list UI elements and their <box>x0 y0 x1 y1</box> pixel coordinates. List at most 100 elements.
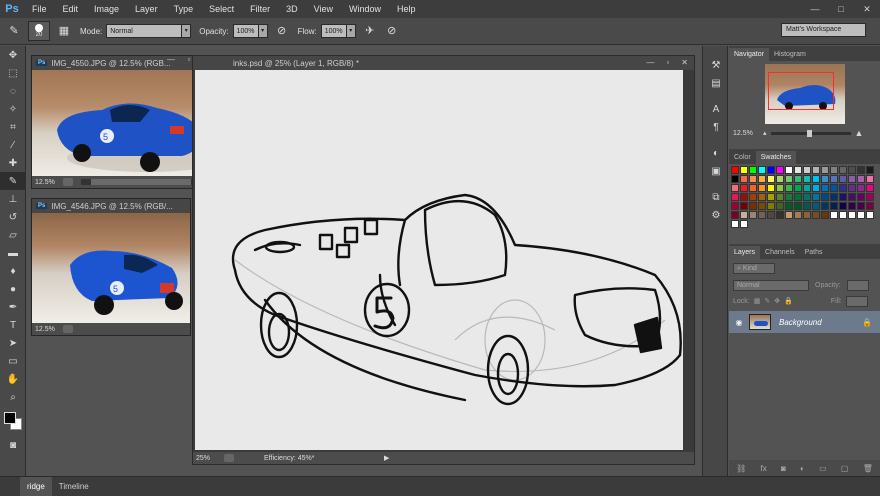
color-swatch[interactable] <box>812 175 820 183</box>
color-swatch[interactable] <box>749 175 757 183</box>
zoom-level[interactable]: 25% <box>196 455 210 462</box>
minimize-doc-button[interactable]: — <box>162 55 180 69</box>
flow-input[interactable]: 100% <box>320 24 347 38</box>
brush-panel-toggle-icon[interactable]: ▦ <box>56 23 72 39</box>
layer-row-background[interactable]: ◉ Background 🔒 <box>729 311 880 333</box>
menu-help[interactable]: Help <box>389 0 424 18</box>
color-swatch[interactable] <box>740 220 748 228</box>
gradient-icon[interactable]: ▬ <box>0 244 26 262</box>
status-info-icon[interactable] <box>62 178 73 186</box>
color-swatch[interactable] <box>776 166 784 174</box>
color-swatch[interactable] <box>767 202 775 210</box>
tool-presets-icon[interactable]: ⚒ <box>703 56 729 74</box>
marquee-icon[interactable]: ⬚ <box>0 64 26 82</box>
healing-icon[interactable]: ✚ <box>0 154 26 172</box>
color-swatch[interactable] <box>830 175 838 183</box>
color-swatch[interactable] <box>821 211 829 219</box>
trash-icon[interactable]: 🗑 <box>863 464 873 473</box>
color-swatch[interactable] <box>785 202 793 210</box>
color-swatch[interactable] <box>785 193 793 201</box>
color-swatch[interactable] <box>812 193 820 201</box>
color-swatch[interactable] <box>794 202 802 210</box>
color-swatches[interactable] <box>0 410 25 436</box>
layer-mask-icon[interactable]: ◙ <box>781 464 786 473</box>
pressure-size-icon[interactable]: ⊘ <box>384 23 400 39</box>
workspace-select[interactable]: Matt's Workspace <box>781 23 866 37</box>
color-swatch[interactable] <box>848 166 856 174</box>
color-swatch[interactable] <box>731 202 739 210</box>
color-swatch[interactable] <box>866 166 874 174</box>
fill-input[interactable] <box>845 295 868 307</box>
scroll-thumb[interactable] <box>90 179 191 185</box>
menu-file[interactable]: File <box>24 0 55 18</box>
color-swatch[interactable] <box>758 184 766 192</box>
color-swatch[interactable] <box>776 193 784 201</box>
color-swatch[interactable] <box>803 211 811 219</box>
paragraph-icon[interactable]: ¶ <box>703 118 729 136</box>
color-swatch[interactable] <box>857 184 865 192</box>
airbrush-icon[interactable]: ✈ <box>362 23 378 39</box>
color-swatch[interactable] <box>740 184 748 192</box>
menu-edit[interactable]: Edit <box>55 0 87 18</box>
tab-swatches[interactable]: Swatches <box>755 151 797 164</box>
color-swatch[interactable] <box>776 184 784 192</box>
color-swatch[interactable] <box>758 166 766 174</box>
lock-paint-icon[interactable]: ✎ <box>764 297 770 305</box>
opacity-input[interactable]: 100% <box>232 24 259 38</box>
menu-window[interactable]: Window <box>341 0 389 18</box>
mode-dropdown-arrow[interactable]: ▾ <box>182 24 192 38</box>
status-menu-arrow[interactable]: ▶ <box>384 454 389 462</box>
color-swatch[interactable] <box>866 193 874 201</box>
color-swatch[interactable] <box>821 202 829 210</box>
color-swatch[interactable] <box>776 211 784 219</box>
color-swatch[interactable] <box>731 175 739 183</box>
tab-mini-bridge[interactable]: ridge <box>20 477 52 496</box>
menu-image[interactable]: Image <box>86 0 127 18</box>
eyedropper-icon[interactable]: ⁄ <box>0 136 26 154</box>
color-swatch[interactable] <box>749 184 757 192</box>
color-swatch[interactable] <box>848 202 856 210</box>
brush-preset-icon[interactable]: ✎ <box>6 23 22 39</box>
color-swatch[interactable] <box>839 193 847 201</box>
color-swatch[interactable] <box>857 166 865 174</box>
color-swatch[interactable] <box>767 166 775 174</box>
menu-3d[interactable]: 3D <box>278 0 306 18</box>
dodge-icon[interactable]: ● <box>0 280 26 298</box>
menu-type[interactable]: Type <box>166 0 202 18</box>
color-swatch[interactable] <box>785 175 793 183</box>
crop-icon[interactable]: ⌗ <box>0 118 26 136</box>
brush-presets-icon[interactable]: ▤ <box>703 74 729 92</box>
close-doc-button[interactable]: ✕ <box>681 56 688 70</box>
blur-icon[interactable]: ♦ <box>0 262 26 280</box>
color-swatch[interactable] <box>740 202 748 210</box>
navigator-preview[interactable] <box>729 61 880 127</box>
color-swatch[interactable] <box>767 175 775 183</box>
color-swatch[interactable] <box>776 175 784 183</box>
shape-icon[interactable]: ▭ <box>0 352 26 370</box>
visibility-eye-icon[interactable]: ◉ <box>729 318 749 327</box>
zoom-slider-thumb[interactable] <box>806 129 812 137</box>
color-swatch[interactable] <box>803 202 811 210</box>
zoom-slider[interactable] <box>770 129 851 137</box>
color-swatch[interactable] <box>785 184 793 192</box>
color-swatch[interactable] <box>866 175 874 183</box>
menu-view[interactable]: View <box>306 0 341 18</box>
color-swatch[interactable] <box>830 193 838 201</box>
lock-pixels-icon[interactable]: ▦ <box>754 297 761 305</box>
minimize-doc-button[interactable]: — <box>646 56 654 70</box>
color-swatch[interactable] <box>803 166 811 174</box>
color-swatch[interactable] <box>767 211 775 219</box>
color-swatch[interactable] <box>821 166 829 174</box>
pen-icon[interactable]: ✒ <box>0 298 26 316</box>
minimize-button[interactable]: — <box>802 0 828 18</box>
stamp-icon[interactable]: ⊥ <box>0 190 26 208</box>
color-swatch[interactable] <box>731 184 739 192</box>
brush-icon[interactable]: ✎ <box>0 172 26 190</box>
drawing-canvas[interactable] <box>195 70 683 450</box>
brush-size-picker[interactable]: 20 <box>28 21 50 41</box>
lock-all-icon[interactable]: 🔒 <box>784 297 793 305</box>
color-swatch[interactable] <box>758 211 766 219</box>
color-swatch[interactable] <box>794 193 802 201</box>
zoom-icon[interactable]: ⌕ <box>0 388 26 406</box>
color-swatch[interactable] <box>758 175 766 183</box>
